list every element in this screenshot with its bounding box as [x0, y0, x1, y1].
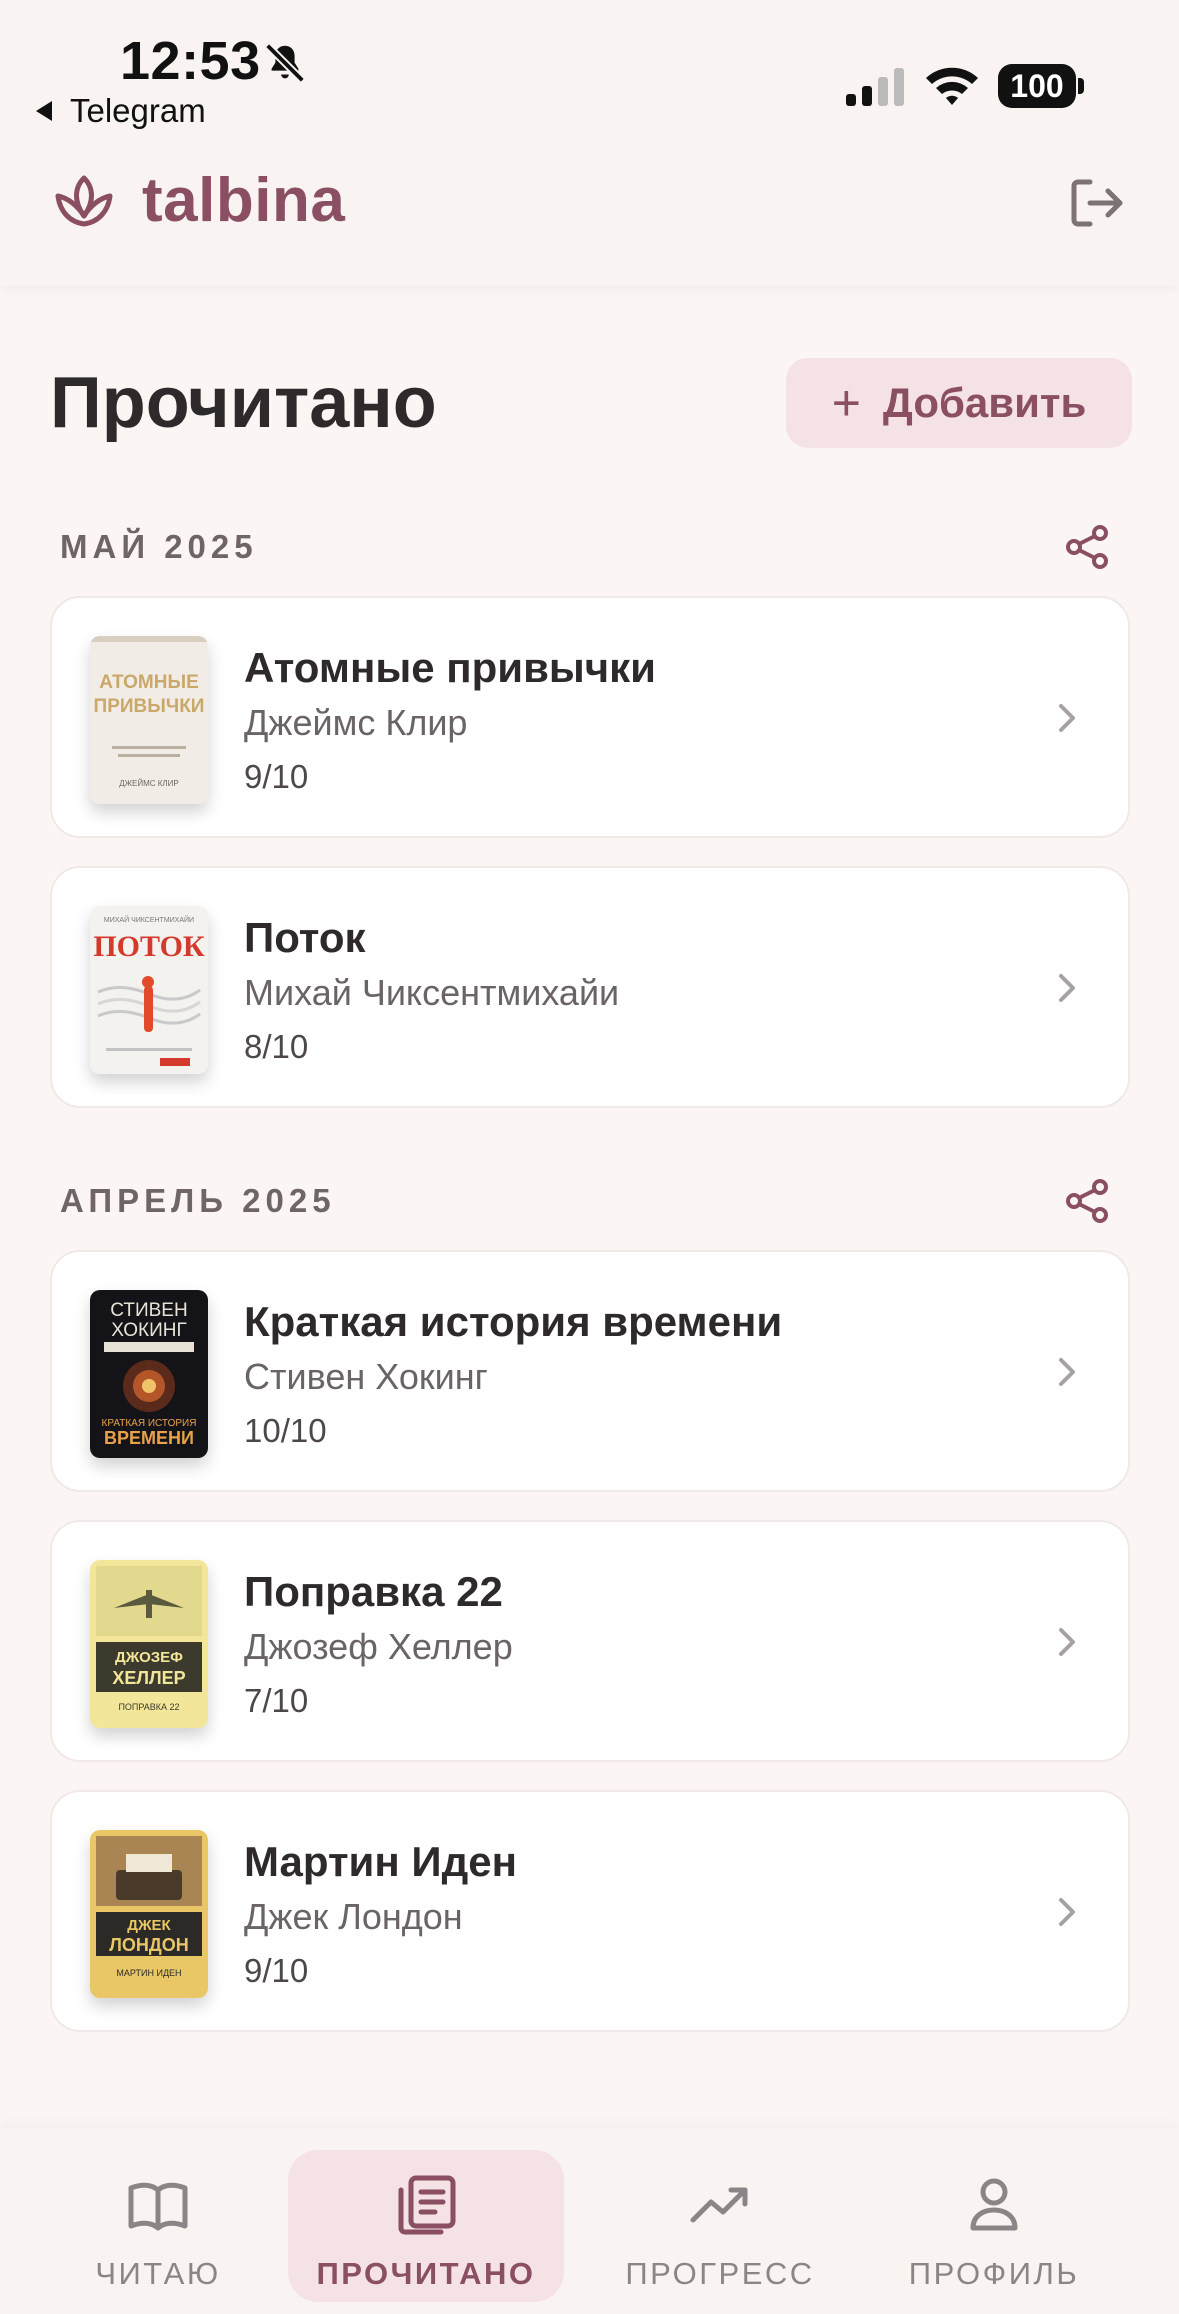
nav-item-progress[interactable]: ПРОГРЕСС — [582, 2150, 858, 2302]
chevron-right-icon — [1059, 1898, 1075, 1926]
app-logo-text: talbina — [142, 166, 346, 235]
book-card[interactable]: СТИВЕН ХОКИНГ КРАТКАЯ ИСТОРИЯ ВРЕМЕНИ Кр… — [50, 1250, 1130, 1492]
section-label-april: АПРЕЛЬ 2025 — [60, 1182, 336, 1219]
book-cover: ДЖЕК ЛОНДОН МАРТИН ИДЕН — [90, 1830, 208, 1998]
chevron-right-icon — [1059, 704, 1075, 732]
plus-icon: + — [831, 375, 861, 431]
add-book-button[interactable]: + Добавить — [786, 358, 1132, 448]
book-cover: СТИВЕН ХОКИНГ КРАТКАЯ ИСТОРИЯ ВРЕМЕНИ — [90, 1290, 208, 1458]
battery-level: 100 — [998, 64, 1076, 108]
svg-text:МИХАЙ ЧИКСЕНТМИХАЙИ: МИХАЙ ЧИКСЕНТМИХАЙИ — [104, 915, 194, 924]
book-author: Михай Чиксентмихайи — [244, 972, 620, 1013]
add-button-label: Добавить — [882, 379, 1087, 426]
book-card[interactable]: МИХАЙ ЧИКСЕНТМИХАЙИ ПОТОК Поток Михай Чи… — [50, 866, 1130, 1108]
nav-label: ЧИТАЮ — [95, 2256, 221, 2291]
chevron-right-icon — [1059, 1358, 1075, 1386]
cover-text: АТОМНЫЕ — [99, 672, 199, 693]
svg-text:ХЕЛЛЕР: ХЕЛЛЕР — [112, 1668, 185, 1688]
signal-icon — [846, 68, 904, 106]
section-label-may: МАЙ 2025 — [60, 528, 258, 565]
logout-icon[interactable] — [1068, 174, 1126, 232]
svg-text:ХОКИНГ: ХОКИНГ — [111, 1320, 187, 1341]
svg-text:ЛОНДОН: ЛОНДОН — [109, 1935, 188, 1955]
chevron-right-icon — [1059, 974, 1075, 1002]
book-list-icon — [398, 2175, 456, 2235]
book-card[interactable]: АТОМНЫЕ ПРИВЫЧКИ ДЖЕЙМС КЛИР Атомные при… — [50, 596, 1130, 838]
nav-item-profile[interactable]: ПРОФИЛЬ — [856, 2150, 1132, 2302]
book-card[interactable]: ДЖОЗЕФ ХЕЛЛЕР ПОПРАВКА 22 Поправка 22 Дж… — [50, 1520, 1130, 1762]
book-rating: 8/10 — [244, 1028, 309, 1065]
book-rating: 9/10 — [244, 758, 309, 795]
status-bar: 12:53 Telegram 100 — [0, 0, 1179, 140]
share-icon[interactable] — [1064, 524, 1110, 570]
svg-text:ДЖОЗЕФ: ДЖОЗЕФ — [115, 1649, 183, 1666]
book-rating: 10/10 — [244, 1412, 327, 1449]
chevron-right-icon — [1059, 1628, 1075, 1656]
book-title: Мартин Иден — [244, 1838, 517, 1885]
book-author: Джеймс Клир — [244, 702, 468, 743]
nav-label: ПРОФИЛЬ — [908, 2256, 1080, 2291]
back-app-label: Telegram — [70, 92, 206, 129]
book-rating: 9/10 — [244, 1952, 309, 1989]
book-author: Джек Лондон — [244, 1896, 463, 1937]
trending-up-icon — [690, 2187, 748, 2223]
svg-text:СТИВЕН: СТИВЕН — [110, 1300, 187, 1321]
svg-text:ПОТОК: ПОТОК — [93, 930, 205, 963]
svg-text:ВРЕМЕНИ: ВРЕМЕНИ — [104, 1428, 194, 1448]
page-title: Прочитано — [50, 363, 437, 443]
battery-icon: 100 — [998, 64, 1084, 108]
book-title: Краткая история времени — [244, 1298, 783, 1345]
svg-text:ПРИВЫЧКИ: ПРИВЫЧКИ — [94, 696, 205, 717]
app-header: talbina — [0, 140, 1179, 286]
book-author: Стивен Хокинг — [244, 1356, 488, 1397]
book-rating: 7/10 — [244, 1682, 309, 1719]
back-to-telegram-link[interactable]: Telegram — [36, 92, 206, 130]
bell-slash-icon — [265, 43, 305, 83]
book-cover: ДЖОЗЕФ ХЕЛЛЕР ПОПРАВКА 22 — [90, 1560, 208, 1728]
nav-item-read[interactable]: ПРОЧИТАНО — [288, 2150, 564, 2302]
back-arrow-icon — [36, 101, 52, 121]
svg-text:ПОПРАВКА 22: ПОПРАВКА 22 — [118, 1702, 179, 1712]
book-title: Поток — [244, 914, 366, 961]
user-icon — [970, 2178, 1018, 2231]
bottom-nav: ЧИТАЮ ПРОЧИТАНО ПРОГРЕСС ПРОФИЛЬ — [0, 2128, 1179, 2314]
share-icon[interactable] — [1064, 1178, 1110, 1224]
nav-label: ПРОГРЕСС — [625, 2256, 815, 2291]
book-cover: МИХАЙ ЧИКСЕНТМИХАЙИ ПОТОК — [90, 906, 208, 1074]
wifi-icon — [926, 67, 978, 105]
svg-text:МАРТИН ИДЕН: МАРТИН ИДЕН — [116, 1968, 181, 1978]
book-cover: АТОМНЫЕ ПРИВЫЧКИ ДЖЕЙМС КЛИР — [90, 636, 208, 804]
svg-text:ДЖЕЙМС КЛИР: ДЖЕЙМС КЛИР — [119, 779, 179, 788]
nav-label: ПРОЧИТАНО — [316, 2256, 536, 2291]
lotus-icon — [55, 175, 113, 227]
book-card[interactable]: ДЖЕК ЛОНДОН МАРТИН ИДЕН Мартин Иден Джек… — [50, 1790, 1130, 2032]
open-book-icon — [128, 2182, 188, 2231]
book-title: Атомные привычки — [244, 644, 656, 691]
nav-item-reading[interactable]: ЧИТАЮ — [20, 2150, 296, 2302]
status-time: 12:53 — [120, 31, 261, 91]
book-title: Поправка 22 — [244, 1568, 503, 1615]
svg-text:ДЖЕК: ДЖЕК — [127, 1917, 171, 1934]
book-author: Джозеф Хеллер — [244, 1626, 513, 1667]
